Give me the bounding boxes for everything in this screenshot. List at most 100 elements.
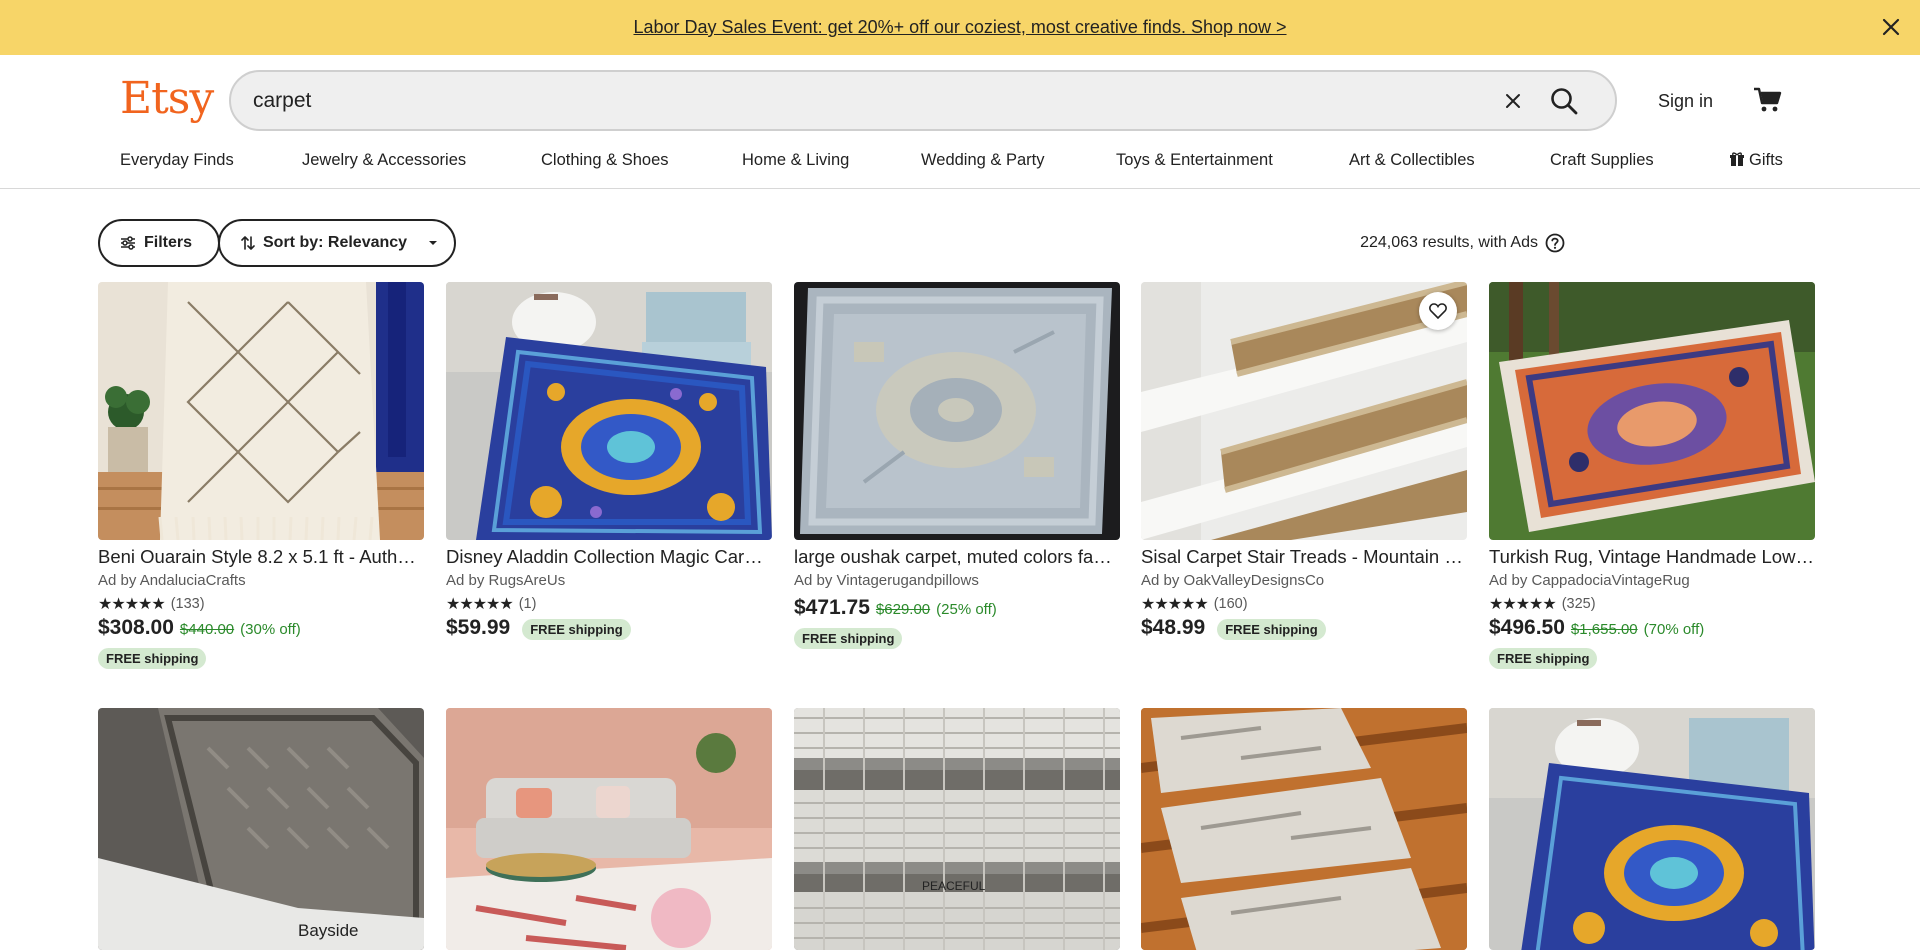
listing-title[interactable]: Sisal Carpet Stair Treads - Mountain Sta… <box>1141 546 1467 568</box>
listing-title[interactable]: large oushak carpet, muted colors faded … <box>794 546 1120 568</box>
close-icon[interactable] <box>1880 16 1902 38</box>
review-count: (133) <box>170 596 205 612</box>
listing-title[interactable]: Turkish Rug, Vintage Handmade Low Pile R… <box>1489 546 1815 568</box>
original-price: $1,655.00 <box>1570 621 1638 638</box>
price-line: $48.99 FREE shipping <box>1141 616 1467 640</box>
cart-icon[interactable] <box>1752 83 1784 115</box>
caret-down-icon <box>429 241 438 245</box>
results-count: 224,063 results, with Ads <box>1360 233 1565 253</box>
promo-banner-link[interactable]: Labor Day Sales Event: get 20%+ off our … <box>0 17 1920 38</box>
filters-icon <box>121 236 135 250</box>
listing-rating: ★★★★★ (325) <box>1489 594 1815 614</box>
listing-image[interactable]: Bayside <box>98 708 424 950</box>
aladdin-rug-photo <box>446 282 772 540</box>
sale-price: $59.99 <box>446 616 511 639</box>
favorite-button[interactable] <box>1419 292 1457 330</box>
listing-card[interactable]: PEACEFUL <box>794 708 1120 950</box>
nav-home-living[interactable]: Home & Living <box>742 151 849 170</box>
nav-jewelry-accessories[interactable]: Jewelry & Accessories <box>302 151 466 170</box>
star-rating: ★★★★★ <box>98 596 166 613</box>
nav-wedding-party[interactable]: Wedding & Party <box>921 151 1045 170</box>
aladdin-rug-photo <box>1489 708 1815 950</box>
sort-label: Sort by: Relevancy <box>263 234 408 251</box>
living-room-rug-photo <box>446 708 772 950</box>
listing-shop: Ad by RugsAreUs <box>446 572 566 589</box>
listing-card[interactable]: Turkish Rug, Vintage Handmade Low Pile R… <box>1489 282 1815 669</box>
listing-image[interactable] <box>446 282 772 540</box>
nav-clothing-shoes[interactable]: Clothing & Shoes <box>541 151 669 170</box>
free-shipping-badge: FREE shipping <box>794 628 903 649</box>
review-count: (1) <box>518 596 537 612</box>
listing-card[interactable] <box>1489 708 1815 950</box>
listing-image[interactable] <box>1141 282 1467 540</box>
nav-toys-entertainment[interactable]: Toys & Entertainment <box>1116 151 1273 170</box>
wood-stair-treads-photo <box>1141 708 1467 950</box>
listing-image[interactable] <box>446 708 772 950</box>
listing-card[interactable]: Beni Ouarain Style 8.2 x 5.1 ft - Authen… <box>98 282 424 669</box>
listing-card[interactable] <box>1141 708 1467 950</box>
clear-search-icon[interactable] <box>1501 89 1525 113</box>
listing-card[interactable]: Sisal Carpet Stair Treads - Mountain St a… <box>1141 282 1467 640</box>
sort-arrows-icon <box>241 236 255 250</box>
sale-price: $308.00 <box>98 616 174 639</box>
listing-rating: ★★★★★ (160) <box>1141 594 1467 614</box>
listing-card[interactable] <box>446 708 772 950</box>
listing-image[interactable] <box>1489 708 1815 950</box>
star-rating: ★★★★★ <box>446 596 514 613</box>
price-line: $308.00 $440.00 (30% off) <box>98 616 424 640</box>
oushak-rug-photo <box>794 282 1120 540</box>
free-shipping-badge: FREE shipping <box>1489 648 1598 669</box>
discount: (30% off) <box>240 621 301 638</box>
listing-image[interactable] <box>1489 282 1815 540</box>
price-line: $59.99 FREE shipping <box>446 616 772 640</box>
sale-price: $496.50 <box>1489 616 1565 639</box>
nav-art-collectibles[interactable]: Art & Collectibles <box>1349 151 1475 170</box>
listing-rating: ★★★★★ (133) <box>98 594 424 614</box>
listing-card[interactable]: large oushak carpet, muted colors faded … <box>794 282 1120 649</box>
listing-image[interactable] <box>794 282 1120 540</box>
listing-title[interactable]: Beni Ouarain Style 8.2 x 5.1 ft - Authen… <box>98 546 424 568</box>
sale-price: $471.75 <box>794 596 870 619</box>
review-count: (325) <box>1561 596 1596 612</box>
search-icon[interactable] <box>1549 86 1579 116</box>
star-rating: ★★★★★ <box>1141 596 1209 613</box>
listing-image[interactable]: PEACEFUL <box>794 708 1120 950</box>
sort-dropdown[interactable]: Sort by: Relevancy <box>218 219 456 267</box>
review-count: (160) <box>1213 596 1248 612</box>
original-price: $440.00 <box>179 621 235 638</box>
search-input[interactable] <box>253 85 1453 117</box>
free-shipping-badge: FREE shipping <box>98 648 207 669</box>
listing-shop: Ad by OakValleyDesignsCo <box>1141 572 1325 589</box>
sign-in-button[interactable]: Sign in <box>1658 91 1713 112</box>
sale-price: $48.99 <box>1141 616 1206 639</box>
star-rating: ★★★★★ <box>1489 596 1557 613</box>
discount: (25% off) <box>936 601 997 618</box>
discount: (70% off) <box>1643 621 1705 638</box>
nav-gifts[interactable]: Gifts <box>1730 151 1783 170</box>
etsy-logo[interactable]: Etsy <box>120 73 214 124</box>
nav-everyday-finds[interactable]: Everyday Finds <box>120 151 234 170</box>
peaceful-label: PEACEFUL <box>922 879 986 893</box>
peaceful-stair-treads-photo: PEACEFUL <box>794 708 1120 950</box>
listing-image[interactable] <box>98 282 424 540</box>
help-icon[interactable] <box>1545 233 1565 253</box>
site-header: Etsy Sign in Everyday Finds Jewelry & Ac… <box>0 55 1920 189</box>
price-line: $471.75 $629.00 (25% off) <box>794 596 1120 620</box>
listing-shop: Ad by Vintagerugandpillows <box>794 572 979 589</box>
listing-title[interactable]: Disney Aladdin Collection Magic Carpet R… <box>446 546 772 568</box>
listing-card[interactable]: Bayside <box>98 708 424 950</box>
nav-gifts-label: Gifts <box>1749 151 1783 169</box>
listing-card[interactable]: Disney Aladdin Collection Magic Carpet R… <box>446 282 772 640</box>
price-line: $496.50 $1,655.00 (70% off) <box>1489 616 1815 640</box>
gray-runner-photo: Bayside <box>98 708 424 950</box>
nav-craft-supplies[interactable]: Craft Supplies <box>1550 151 1654 170</box>
beni-ouarain-rug-photo <box>98 282 424 540</box>
gift-icon <box>1730 152 1744 166</box>
original-price: $629.00 <box>875 601 931 618</box>
heart-icon <box>1429 303 1447 319</box>
listing-image[interactable] <box>1141 708 1467 950</box>
filters-button[interactable]: Filters <box>98 219 220 267</box>
sisal-stair-treads-photo <box>1141 282 1467 540</box>
promo-banner: Labor Day Sales Event: get 20%+ off our … <box>0 0 1920 55</box>
category-nav: Everyday Finds Jewelry & Accessories Clo… <box>0 151 1920 183</box>
